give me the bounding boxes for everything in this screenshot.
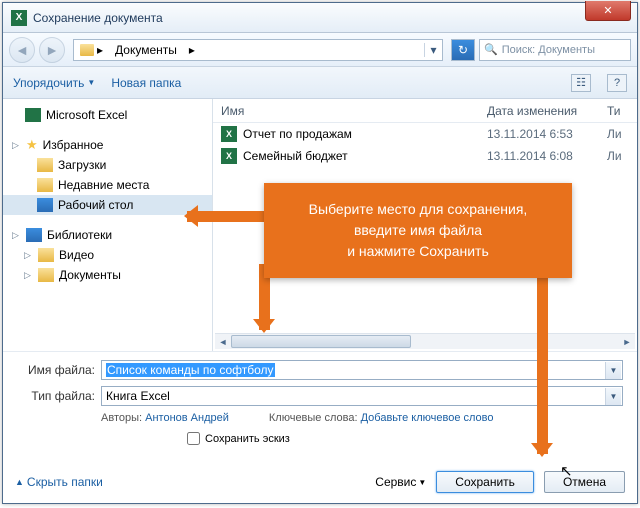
close-button[interactable]: ✕ xyxy=(585,1,631,21)
cancel-button[interactable]: Отмена xyxy=(544,471,625,493)
nav-bar: ◄ ► ▸ Документы ▸ ▾ ↻ 🔍 Поиск: Документы xyxy=(3,33,637,67)
column-type[interactable]: Ти xyxy=(607,104,637,118)
forward-button[interactable]: ► xyxy=(39,37,65,63)
library-icon xyxy=(26,228,42,242)
downloads-icon xyxy=(37,158,53,172)
documents-icon xyxy=(38,268,54,282)
save-thumbnail-label: Сохранить эскиз xyxy=(205,433,290,445)
keywords-field[interactable]: Добавьте ключевое слово xyxy=(361,412,494,424)
authors-field[interactable]: Антонов Андрей xyxy=(145,412,229,424)
column-name[interactable]: Имя xyxy=(221,104,487,118)
sidebar-item-libraries[interactable]: ▷Библиотеки xyxy=(3,225,212,245)
view-options-button[interactable]: ☷ xyxy=(571,74,591,92)
excel-icon xyxy=(25,108,41,122)
excel-app-icon: X xyxy=(11,10,27,26)
callout-arrow-icon xyxy=(537,264,548,454)
breadcrumb-location[interactable]: Документы xyxy=(109,40,183,60)
video-icon xyxy=(38,248,54,262)
column-date[interactable]: Дата изменения xyxy=(487,104,607,118)
help-button[interactable]: ? xyxy=(607,74,627,92)
instruction-callout: Выберите место для сохранения, введите и… xyxy=(264,183,572,278)
filename-label: Имя файла: xyxy=(17,363,95,377)
organize-menu[interactable]: Упорядочить ▼ xyxy=(13,76,95,90)
folder-icon xyxy=(80,44,94,56)
new-folder-button[interactable]: Новая папка xyxy=(111,76,181,90)
save-thumbnail-checkbox[interactable] xyxy=(187,432,200,445)
sidebar-item-downloads[interactable]: Загрузки xyxy=(3,155,212,175)
sidebar-item-documents[interactable]: ▷Документы xyxy=(3,265,212,285)
file-row[interactable]: X Семейный бюджет 13.11.2014 6:08 Ли xyxy=(213,145,637,167)
excel-file-icon: X xyxy=(221,148,237,164)
service-menu[interactable]: Сервис ▼ xyxy=(375,475,426,489)
sidebar-item-video[interactable]: ▷Видео xyxy=(3,245,212,265)
sidebar-item-favorites[interactable]: ▷★Избранное xyxy=(3,135,212,155)
search-input[interactable]: 🔍 Поиск: Документы xyxy=(479,39,631,61)
callout-arrow-icon xyxy=(187,211,265,222)
filetype-dropdown[interactable]: ▼ xyxy=(605,388,621,405)
file-row[interactable]: X Отчет по продажам 13.11.2014 6:53 Ли xyxy=(213,123,637,145)
sidebar-item-excel[interactable]: Microsoft Excel xyxy=(3,105,212,125)
sidebar-item-recent[interactable]: Недавние места xyxy=(3,175,212,195)
hide-folders-link[interactable]: ▲ Скрыть папки xyxy=(15,475,103,489)
back-button[interactable]: ◄ xyxy=(9,37,35,63)
scroll-left-icon[interactable]: ◄ xyxy=(215,334,231,349)
recent-icon xyxy=(37,178,53,192)
filename-dropdown[interactable]: ▼ xyxy=(605,362,621,379)
desktop-icon xyxy=(37,198,53,212)
scroll-right-icon[interactable]: ► xyxy=(619,334,635,349)
window-title: Сохранение документа xyxy=(33,11,163,25)
breadcrumb-dropdown[interactable]: ▾ xyxy=(424,43,442,57)
titlebar: X Сохранение документа ✕ xyxy=(3,3,637,33)
toolbar: Упорядочить ▼ Новая папка ☷ ? xyxy=(3,67,637,99)
save-button[interactable]: Сохранить xyxy=(436,471,534,493)
footer: ▲ Скрыть папки Сервис ▼ Сохранить Отмена xyxy=(3,467,637,503)
excel-file-icon: X xyxy=(221,126,237,142)
star-icon: ★ xyxy=(26,137,38,153)
horizontal-scrollbar[interactable]: ◄ ► xyxy=(215,333,635,349)
filetype-label: Тип файла: xyxy=(17,389,95,403)
refresh-button[interactable]: ↻ xyxy=(451,39,475,61)
search-icon: 🔍 xyxy=(484,43,498,56)
breadcrumb[interactable]: ▸ Документы ▸ ▾ xyxy=(73,39,443,61)
